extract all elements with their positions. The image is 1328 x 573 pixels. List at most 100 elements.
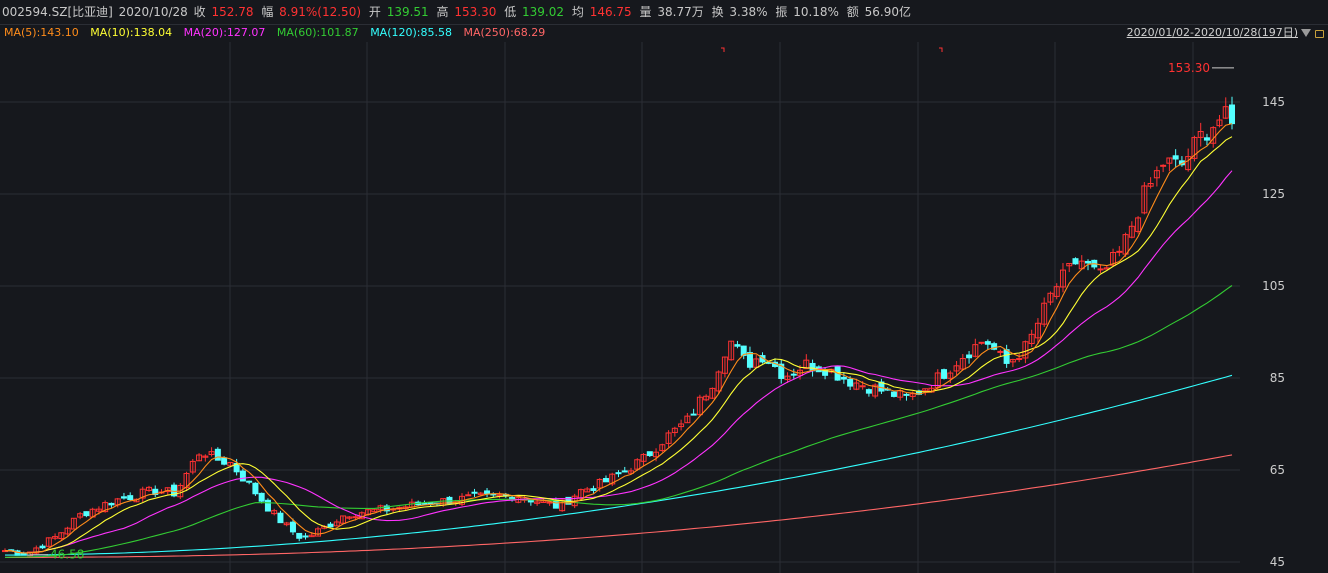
candle-body <box>239 470 246 482</box>
quote-date: 2020/10/28 <box>118 5 188 19</box>
ma250-label: MA(250):68.29 <box>463 26 546 39</box>
candle-body <box>847 378 854 387</box>
turnover-value: 3.38% <box>729 5 768 19</box>
candle-body <box>1116 250 1123 253</box>
candle-body <box>421 502 428 505</box>
candle-body <box>621 470 628 473</box>
dropdown-triangle-icon[interactable] <box>1301 29 1311 37</box>
change-label: 幅 <box>261 5 274 19</box>
candle-body <box>127 495 134 501</box>
y-tick-label: 45 <box>1270 555 1285 569</box>
amplitude-value: 10.18% <box>793 5 839 19</box>
volume-label: 量 <box>639 5 652 19</box>
close-value: 152.78 <box>211 5 254 19</box>
candle-body <box>615 472 622 475</box>
candle-body <box>690 413 697 416</box>
y-tick-label: 105 <box>1262 279 1285 293</box>
y-tick-label: 85 <box>1270 371 1285 385</box>
candle-body <box>83 511 90 517</box>
candle-body <box>1016 358 1023 361</box>
ma10-label: MA(10):138.04 <box>90 26 173 39</box>
candle-body <box>221 457 228 465</box>
candle-body <box>527 499 534 503</box>
candle-body <box>966 354 973 359</box>
candle-body <box>865 389 872 394</box>
close-label: 收 <box>193 5 206 19</box>
change-value: 8.91%(12.50) <box>279 5 362 19</box>
min-price-label: 46.58 <box>50 548 84 562</box>
candle-body <box>327 523 334 528</box>
volume-value: 38.77万 <box>657 5 704 19</box>
ma10-line <box>4 136 1233 554</box>
high-value: 153.30 <box>454 5 497 19</box>
ma-legend-bar: MA(5):143.10 MA(10):138.04 MA(20):127.07… <box>0 24 1328 42</box>
candle-body <box>746 352 753 368</box>
candle-body <box>997 350 1004 353</box>
candle-body <box>1160 164 1167 167</box>
candle-body <box>120 496 127 499</box>
avg-value: 146.75 <box>589 5 632 19</box>
candle-body <box>1203 137 1210 141</box>
candle-body <box>646 451 653 457</box>
kline-chart[interactable]: 145 125 105 85 65 45 153.30 46.58 <box>0 42 1328 573</box>
max-price-label: 153.30 <box>1168 61 1210 75</box>
y-tick-label: 125 <box>1262 187 1285 201</box>
candle-body <box>790 373 797 376</box>
candle-body <box>296 532 303 539</box>
candle-body <box>39 545 46 549</box>
date-range-text[interactable]: 2020/01/02-2020/10/28(197日) <box>1127 26 1298 39</box>
candle-body <box>984 341 991 345</box>
event-marker-icon <box>939 47 943 52</box>
ma60-line <box>4 285 1233 558</box>
candle-body <box>1072 258 1079 265</box>
ma120-line <box>5 374 1233 556</box>
candle-body <box>1003 349 1010 364</box>
y-tick-label: 145 <box>1262 95 1285 109</box>
amplitude-label: 振 <box>775 5 788 19</box>
quote-bar: 002594.SZ[比亚迪] 2020/10/28 收 152.78 幅 8.9… <box>0 0 1328 25</box>
stock-code[interactable]: 002594.SZ[比亚迪] <box>2 0 113 24</box>
candle-body <box>1172 155 1179 160</box>
candle-body <box>590 488 597 491</box>
lock-icon[interactable] <box>1315 30 1324 38</box>
candle-body <box>471 491 478 494</box>
candle-body <box>108 502 115 506</box>
candle-body <box>840 376 847 380</box>
ma20-line <box>4 170 1233 554</box>
ma5-label: MA(5):143.10 <box>4 26 79 39</box>
candle-body <box>352 516 359 519</box>
candle-body <box>602 478 609 483</box>
candle-body <box>214 448 221 461</box>
ma20-label: MA(20):127.07 <box>183 26 266 39</box>
candle-body <box>302 535 309 538</box>
candle-body <box>289 521 296 533</box>
low-value: 139.02 <box>522 5 565 19</box>
y-tick-label: 65 <box>1270 463 1285 477</box>
high-label: 高 <box>436 5 449 19</box>
candle-body <box>941 369 948 379</box>
turnover-label: 换 <box>711 5 724 19</box>
open-label: 开 <box>368 5 381 19</box>
candle-body <box>465 494 472 497</box>
candle-body <box>277 512 284 524</box>
candle-body <box>258 492 265 502</box>
candle-body <box>246 480 253 483</box>
open-value: 139.51 <box>386 5 429 19</box>
avg-label: 均 <box>571 5 584 19</box>
candle-body <box>903 393 910 396</box>
candle-body <box>1085 260 1092 264</box>
date-range-selector[interactable]: 2020/01/02-2020/10/28(197日) <box>1127 24 1324 42</box>
candle-body <box>734 344 741 347</box>
low-label: 低 <box>504 5 517 19</box>
candle-body <box>484 490 491 494</box>
ma120-label: MA(120):85.58 <box>370 26 452 39</box>
candle-body <box>264 499 271 512</box>
amount-label: 额 <box>846 5 859 19</box>
amount-value: 56.90亿 <box>864 5 911 19</box>
event-marker-icon <box>721 47 725 52</box>
ma60-label: MA(60):101.87 <box>276 26 359 39</box>
candle-body <box>859 385 866 388</box>
candle-body <box>1097 268 1104 271</box>
candle-body <box>252 482 259 495</box>
candle-body <box>890 391 897 397</box>
